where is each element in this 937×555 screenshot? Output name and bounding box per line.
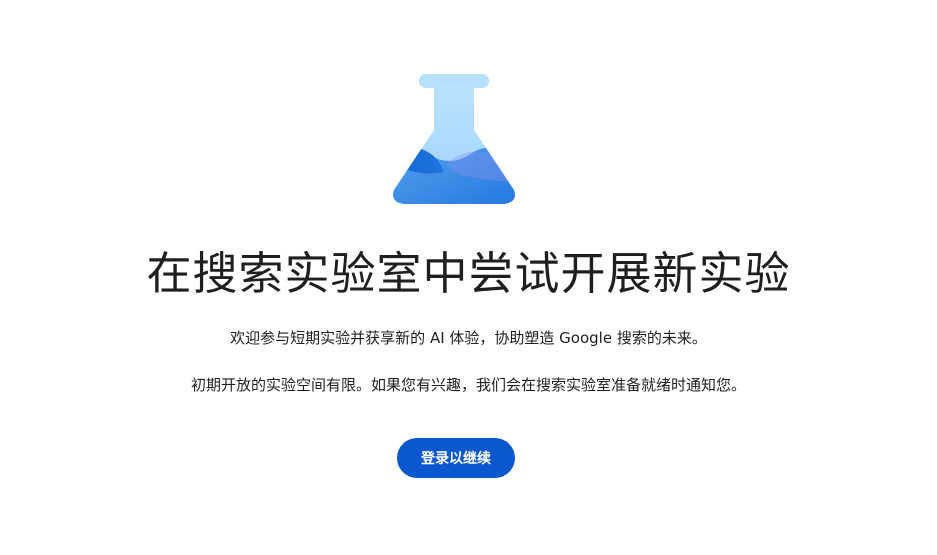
availability-text: 初期开放的实验空间有限。如果您有兴趣，我们会在搜索实验室准备就绪时通知您。	[190, 376, 746, 394]
intro-text: 欢迎参与短期实验并获享新的 AI 体验，协助塑造 Google 搜索的未来。	[230, 329, 707, 347]
signin-button[interactable]: 登录以继续	[397, 438, 515, 478]
page-title: 在搜索实验室中尝试开展新实验	[146, 247, 791, 300]
flask-icon	[393, 74, 515, 204]
labs-landing-page: 在搜索实验室中尝试开展新实验 欢迎参与短期实验并获享新的 AI 体验，协助塑造 …	[0, 0, 937, 555]
